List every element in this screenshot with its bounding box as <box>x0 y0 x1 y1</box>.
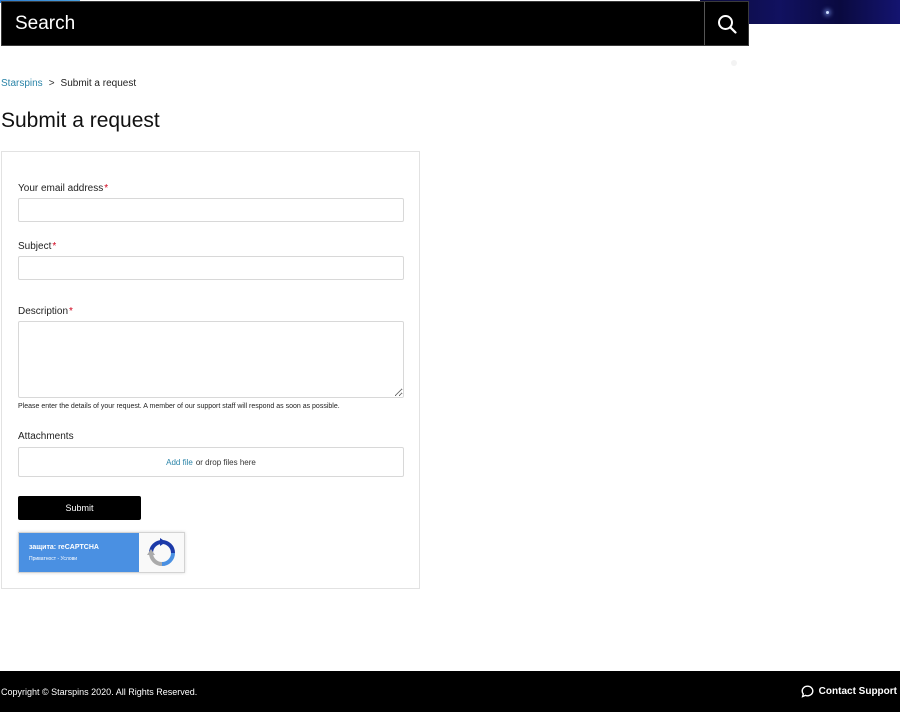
required-marker: * <box>52 241 57 252</box>
submit-button[interactable]: Submit <box>18 496 141 520</box>
subject-label: Subject* <box>18 241 56 252</box>
recaptcha-icon <box>146 537 175 566</box>
footer: Copyright © Starspins 2020. All Rights R… <box>0 671 900 712</box>
recaptcha-links[interactable]: Приватност - Услови <box>29 556 139 562</box>
attachments-label: Attachments <box>18 431 74 442</box>
attachments-dropzone[interactable]: Add file or drop files here <box>18 447 404 477</box>
search-bar <box>1 1 749 46</box>
page: Starspins > Submit a request Submit a re… <box>0 0 900 712</box>
breadcrumb-home-link[interactable]: Starspins <box>1 78 43 89</box>
email-field[interactable] <box>18 198 404 222</box>
copyright-text: Copyright © Starspins 2020. All Rights R… <box>1 686 198 697</box>
recaptcha-info-panel: защита: reCAPTCHA Приватност - Услови <box>19 533 139 572</box>
description-label-text: Description <box>18 306 69 317</box>
contact-support-label: Contact Support <box>818 686 897 697</box>
description-field[interactable] <box>18 321 404 398</box>
breadcrumb-current: Submit a request <box>60 78 137 89</box>
required-marker: * <box>69 306 73 317</box>
search-icon <box>717 14 737 34</box>
email-label: Your email address* <box>18 183 108 194</box>
recaptcha-widget[interactable]: защита: reCAPTCHA Приватност - Услови <box>18 532 185 573</box>
drop-files-text: or drop files here <box>195 457 256 467</box>
page-title: Submit a request <box>1 109 160 132</box>
breadcrumb: Starspins > Submit a request <box>1 78 136 89</box>
breadcrumb-separator: > <box>48 78 55 89</box>
search-input[interactable] <box>2 2 704 45</box>
add-file-link[interactable]: Add file <box>166 458 193 467</box>
contact-support-button[interactable]: Contact Support <box>801 685 897 698</box>
decorative-dot <box>731 60 737 66</box>
star-decoration <box>826 11 829 14</box>
recaptcha-title: защита: reCAPTCHA <box>29 543 99 551</box>
subject-label-text: Subject <box>18 241 52 252</box>
description-label: Description* <box>18 306 73 317</box>
search-button[interactable] <box>704 2 748 45</box>
description-hint: Please enter the details of your request… <box>18 403 340 410</box>
required-marker: * <box>104 183 109 194</box>
request-form: Your email address* Subject* Description… <box>1 151 420 589</box>
subject-field[interactable] <box>18 256 404 280</box>
email-label-text: Your email address <box>18 183 104 194</box>
recaptcha-logo <box>139 533 184 572</box>
chat-bubble-icon <box>801 685 814 698</box>
